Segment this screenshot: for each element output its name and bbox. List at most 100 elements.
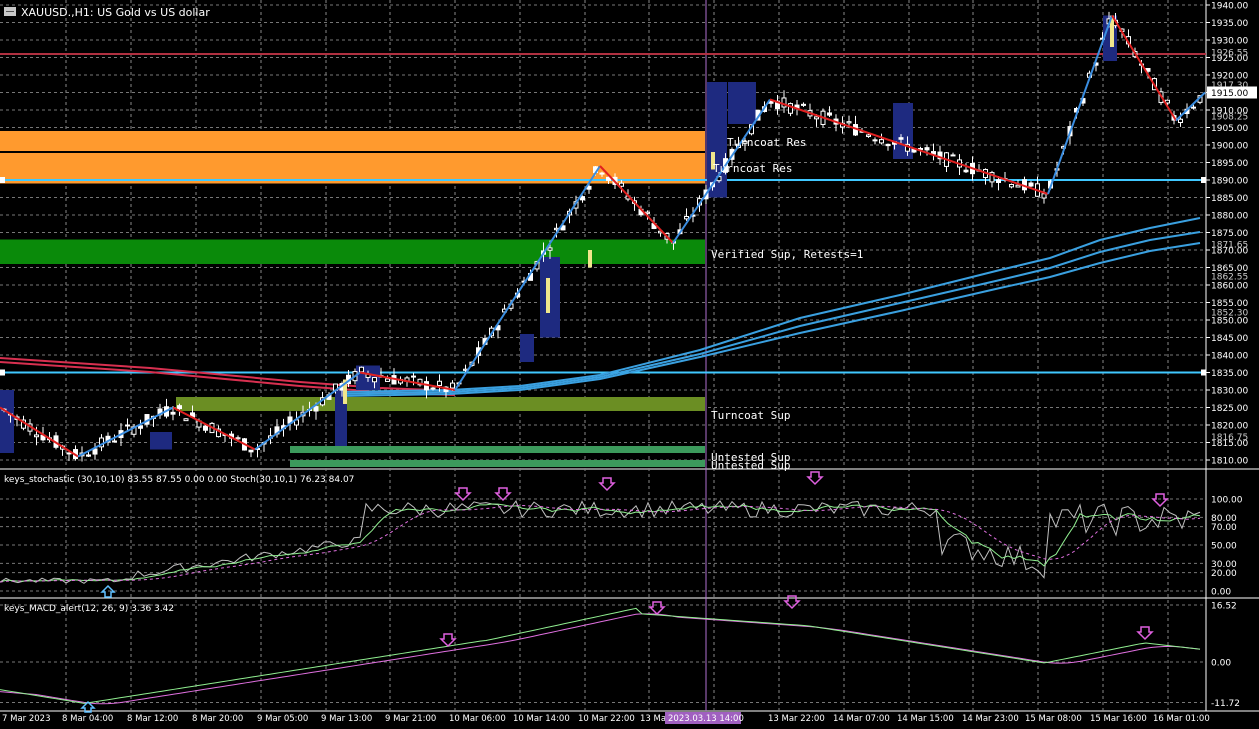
- time-tick-label: 9 Mar 21:00: [385, 714, 436, 724]
- price-tick-label: 1825.00: [1211, 404, 1248, 414]
- price-tick-label: 1830.00: [1211, 387, 1248, 397]
- price-tick-label: 1900.00: [1211, 142, 1248, 152]
- current-price-label: 1915.00: [1211, 89, 1248, 99]
- highlight-box: [728, 82, 756, 124]
- chart-canvas[interactable]: 1940.001935.001930.001925.001920.001915.…: [0, 0, 1259, 725]
- candle-body: [963, 169, 969, 173]
- stoch-tick-label: 100.00: [1211, 496, 1243, 506]
- candle-body: [1028, 182, 1034, 187]
- highlight-box: [520, 334, 534, 362]
- candle-body: [125, 424, 130, 427]
- macd-tick-label: 16.52: [1211, 602, 1237, 612]
- candle-body: [313, 406, 319, 412]
- candle-body: [924, 147, 930, 151]
- line-handle: [1201, 177, 1206, 183]
- candle-body: [866, 134, 871, 137]
- candle-body: [372, 377, 377, 383]
- candle-body: [112, 440, 117, 443]
- price-tick-label: 1875.00: [1211, 229, 1248, 239]
- time-tick-label: 16 Mar 01:00: [1153, 714, 1210, 724]
- price-overlap-label: 1862.55: [1211, 273, 1248, 283]
- price-tick-label: 1930.00: [1211, 37, 1248, 47]
- zone-0: [0, 131, 705, 159]
- candle-body: [248, 449, 254, 453]
- price-tick-label: 1890.00: [1211, 177, 1248, 187]
- macd-tick-label: -11.72: [1211, 699, 1240, 709]
- line-handle: [0, 369, 5, 376]
- stoch-tick-label: 20.00: [1211, 569, 1237, 579]
- time-tick-label: 13 Mar 22:00: [768, 714, 825, 724]
- price-overlap-label: 1871.65: [1211, 241, 1248, 251]
- price-tick-label: 1935.00: [1211, 19, 1248, 29]
- candle-body: [547, 247, 553, 251]
- zone-5: [290, 460, 705, 467]
- stoch-tick-label: 50.00: [1211, 542, 1237, 552]
- candle-body: [1009, 183, 1014, 188]
- line-handle: [1201, 369, 1206, 376]
- candle-body: [183, 418, 189, 422]
- candle-body: [92, 448, 98, 455]
- price-overlap-label: 1816.75: [1211, 433, 1248, 443]
- time-tick-label: 7 Mar 2023: [2, 714, 50, 724]
- highlight-box: [0, 390, 14, 453]
- candle-body: [827, 112, 832, 116]
- crosshair-time-label: 2023.03.13 14:00: [668, 714, 744, 724]
- price-tick-label: 1840.00: [1211, 352, 1248, 362]
- time-tick-label: 8 Mar 20:00: [192, 714, 243, 724]
- time-tick-label: 10 Mar 14:00: [513, 714, 570, 724]
- candle-body: [879, 139, 884, 144]
- candle-body: [86, 454, 91, 457]
- candle-body: [599, 172, 605, 175]
- candle-body: [684, 216, 689, 220]
- time-tick-label: 14 Mar 15:00: [897, 714, 954, 724]
- candle-body: [66, 452, 72, 455]
- time-tick-label: 15 Mar 08:00: [1025, 714, 1082, 724]
- zone-3: [176, 397, 705, 411]
- price-tick-label: 1845.00: [1211, 334, 1248, 344]
- candle-body: [235, 437, 241, 440]
- candle-body: [170, 411, 176, 415]
- price-overlap-label: 1852.30: [1211, 308, 1248, 318]
- price-tick-label: 1820.00: [1211, 422, 1248, 432]
- candle-body: [1191, 106, 1196, 109]
- candle-body: [1015, 184, 1021, 188]
- zone-2: [0, 239, 705, 264]
- candle-body: [359, 366, 364, 373]
- symbol-title: XAUUSD.,H1: US Gold vs US dollar: [21, 6, 210, 19]
- price-tick-label: 1880.00: [1211, 212, 1248, 222]
- zone-label: Turncoat Sup: [711, 409, 790, 422]
- price-tick-label: 1905.00: [1211, 124, 1248, 134]
- candle-body: [138, 425, 143, 429]
- time-tick-label: 14 Mar 07:00: [833, 714, 890, 724]
- line-handle: [0, 177, 5, 183]
- trading-chart-window[interactable]: 1940.001935.001930.001925.001920.001915.…: [0, 0, 1259, 725]
- price-tick-label: 1940.00: [1211, 2, 1248, 12]
- candle-body: [898, 137, 904, 140]
- stochastic-title: keys_stochastic (30,10,10) 83.55 87.55 0…: [4, 475, 354, 485]
- highlight-candle: [546, 278, 550, 313]
- time-tick-label: 9 Mar 05:00: [257, 714, 308, 724]
- price-tick-label: 1860.00: [1211, 282, 1248, 292]
- time-tick-label: 8 Mar 04:00: [62, 714, 113, 724]
- window-title: XAUUSD.,H1: US Gold vs US dollar: [4, 6, 210, 19]
- candle-body: [177, 405, 182, 410]
- candle-body: [814, 116, 819, 120]
- price-tick-label: 1835.00: [1211, 369, 1248, 379]
- price-overlap-label: 1908.25: [1211, 113, 1248, 123]
- macd-tick-label: 0.00: [1211, 659, 1231, 669]
- candle-body: [437, 380, 442, 386]
- candle-body: [996, 179, 1001, 183]
- candle-body: [950, 154, 956, 157]
- time-tick-label: 10 Mar 22:00: [578, 714, 635, 724]
- time-tick-label: 14 Mar 23:00: [962, 714, 1019, 724]
- zone-label: Untested Sup: [711, 459, 790, 472]
- candle-body: [1041, 193, 1047, 199]
- zone-4: [290, 446, 705, 453]
- candle-body: [1178, 118, 1183, 124]
- price-tick-label: 1885.00: [1211, 194, 1248, 204]
- time-tick-label: 10 Mar 06:00: [449, 714, 506, 724]
- candle-body: [411, 375, 416, 378]
- price-tick-label: 1895.00: [1211, 159, 1248, 169]
- stoch-tick-label: 70.00: [1211, 523, 1237, 533]
- candle-body: [872, 139, 878, 142]
